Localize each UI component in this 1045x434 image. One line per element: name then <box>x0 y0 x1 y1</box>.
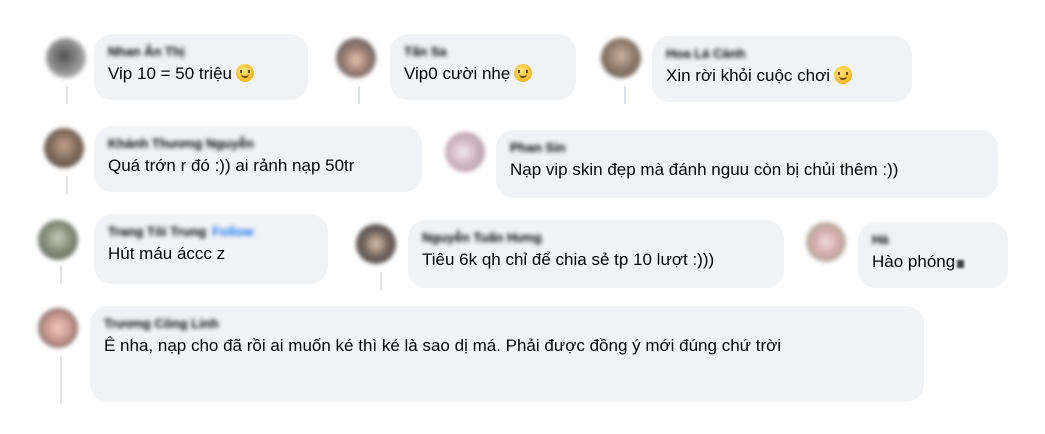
comment-bubble: Hoa Lá Cành Xin rời khỏi cuộc chơi <box>652 36 912 102</box>
avatar[interactable] <box>44 128 84 168</box>
comment-author[interactable]: Khánh Thương Nguyễn <box>108 136 408 152</box>
comment-text: Ê nha, nạp cho đã rồi ai muốn ké thì ké … <box>104 336 782 355</box>
comment-author[interactable]: Hoa Lá Cành <box>666 46 898 62</box>
thread-line <box>380 272 382 290</box>
comment-author[interactable]: Trương Công Linh <box>104 316 910 332</box>
comment-bubble: Nhan Ân Thị Vip 10 = 50 triệu <box>94 34 308 100</box>
follow-link[interactable]: Follow <box>212 224 253 239</box>
thread-line <box>624 86 626 104</box>
smiling-face-icon <box>235 64 254 82</box>
comment-author[interactable]: Hà <box>872 232 994 248</box>
comment-author[interactable]: Phan Sin <box>510 140 984 156</box>
avatar[interactable] <box>336 38 376 78</box>
thread-line <box>358 86 360 104</box>
comment-text: Nạp vip skin đẹp mà đánh nguu còn bị chủ… <box>510 160 899 179</box>
avatar[interactable] <box>445 132 485 172</box>
relieved-face-icon <box>834 66 853 84</box>
comment-text: Tiêu 6k qh chỉ để chia sẻ tp 10 lượt :))… <box>422 250 715 269</box>
comment-text: Quá trớn r đó :)) ai rảnh nạp 50tr <box>108 156 355 175</box>
comment-author[interactable]: Nguyễn Tuấn Hưng <box>422 230 770 246</box>
comment-text: Vip0 cười nhẹ <box>404 64 511 83</box>
comment-text: Hút máu áccc z <box>108 244 226 263</box>
avatar[interactable] <box>806 222 846 262</box>
avatar[interactable] <box>601 38 641 78</box>
comment-author[interactable]: Tấn Sa <box>404 44 562 60</box>
pixelated-emoji-icon <box>957 260 965 268</box>
avatar[interactable] <box>46 38 86 78</box>
comment-bubble: Tấn Sa Vip0 cười nhẹ <box>390 34 576 100</box>
comment-text: Vip 10 = 50 triệu <box>108 64 232 83</box>
thread-line <box>66 86 68 104</box>
avatar[interactable] <box>38 308 78 348</box>
comment-author[interactable]: Nhan Ân Thị <box>108 44 294 60</box>
comment-bubble: Hà Hào phóng <box>858 222 1008 288</box>
comment-bubble: Nguyễn Tuấn Hưng Tiêu 6k qh chỉ để chia … <box>408 220 784 288</box>
comment-bubble: Trang Tôi Trung Follow Hút máu áccc z <box>94 214 328 284</box>
comment-bubble: Trương Công Linh Ê nha, nạp cho đã rồi a… <box>90 306 924 402</box>
comment-bubble: Khánh Thương Nguyễn Quá trớn r đó :)) ai… <box>94 126 422 192</box>
comment-author[interactable]: Trang Tôi Trung <box>108 224 206 239</box>
thread-line <box>66 176 68 194</box>
avatar[interactable] <box>38 220 78 260</box>
avatar[interactable] <box>356 224 396 264</box>
grinning-face-icon <box>514 64 533 82</box>
thread-line <box>60 356 62 404</box>
comment-bubble: Phan Sin Nạp vip skin đẹp mà đánh nguu c… <box>496 130 998 198</box>
comment-text: Xin rời khỏi cuộc chơi <box>666 66 831 85</box>
comment-text: Hào phóng <box>872 252 956 271</box>
thread-line <box>60 266 62 284</box>
